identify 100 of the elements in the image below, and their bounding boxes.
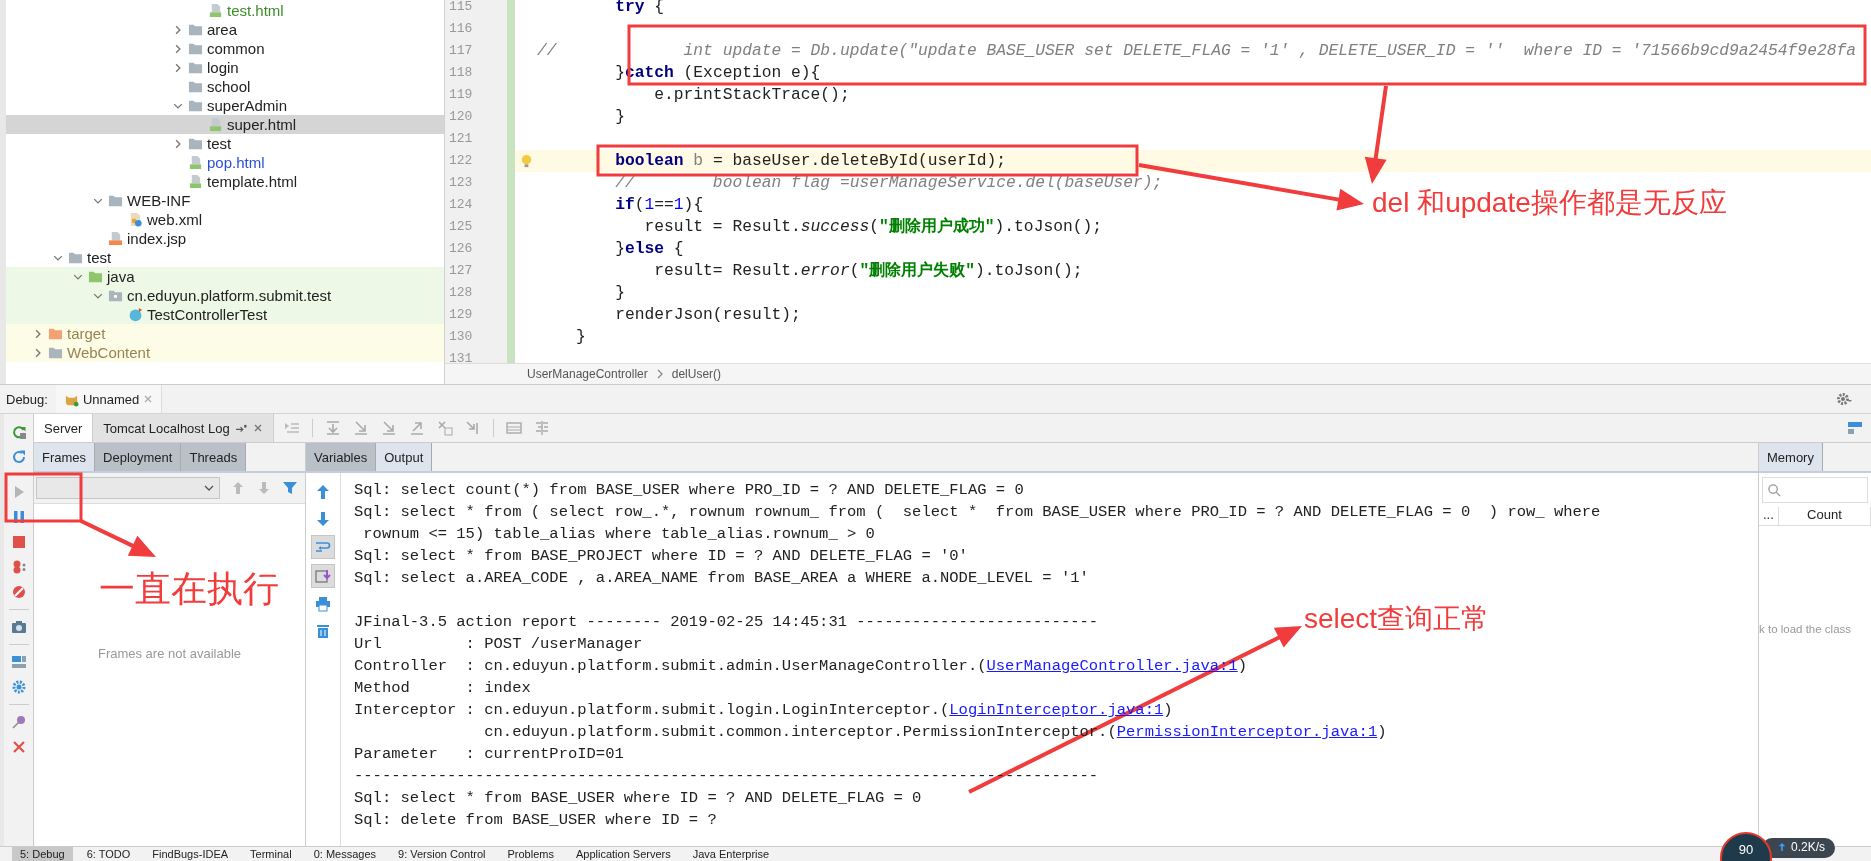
close-icon[interactable]	[10, 739, 27, 755]
tab[interactable]: Output	[376, 443, 433, 471]
tool-window-button[interactable]: 9: Version Control	[390, 847, 494, 861]
line-number: 116	[445, 18, 515, 40]
tab[interactable]: Frames	[34, 443, 96, 471]
source-link[interactable]: PermissionInterceptor.java:1	[1116, 723, 1378, 741]
folder-icon	[188, 22, 203, 37]
console-line: )	[1163, 701, 1173, 719]
tree-item[interactable]: test.html	[6, 1, 444, 20]
line-number: 131	[445, 348, 515, 363]
tree-item[interactable]: java	[6, 267, 444, 286]
file-icon	[188, 174, 203, 189]
camera-icon[interactable]	[10, 619, 27, 635]
tree-item[interactable]: super.html	[6, 115, 444, 134]
settings-icon[interactable]	[10, 679, 27, 695]
tool-window-button[interactable]: Application Servers	[567, 847, 679, 861]
tab[interactable]: Server	[34, 414, 94, 442]
tree-item[interactable]: pop.html	[6, 153, 444, 172]
refresh-icon[interactable]	[10, 449, 27, 465]
tree-item[interactable]: login	[6, 58, 444, 77]
folder-icon	[188, 136, 203, 151]
tool-window-button[interactable]: 5: Debug	[12, 847, 73, 861]
stop-icon[interactable]	[10, 534, 27, 550]
class-icon	[128, 307, 143, 322]
tab[interactable]: Variables	[306, 443, 377, 471]
tree-item[interactable]: common	[6, 39, 444, 58]
line-number: 128	[445, 282, 515, 304]
tool-window-button[interactable]: FindBugs-IDEA	[144, 847, 237, 861]
annotation-text: select查询正常	[1304, 604, 1490, 635]
step-into-icon[interactable]	[352, 420, 369, 436]
thread-dropdown[interactable]	[36, 477, 220, 499]
step-into-icon[interactable]	[380, 420, 397, 436]
tab[interactable]: Deployment	[95, 443, 182, 471]
close-icon[interactable]	[143, 394, 154, 404]
panel-title: Debug:	[6, 391, 48, 407]
code-line: }	[575, 327, 586, 346]
folder-icon	[188, 60, 203, 75]
filter-icon[interactable]	[282, 480, 298, 496]
folder-icon	[188, 98, 203, 113]
console-line: JFinal-3.5 action report -------- 2019-02-25 14:45:31 --------------------------	[354, 613, 1099, 631]
settings-icon[interactable]	[1835, 391, 1853, 407]
tree-item[interactable]: web.xml	[6, 210, 444, 229]
drop-frame-icon[interactable]	[436, 420, 453, 436]
console-line: )	[1377, 723, 1387, 741]
folder-icon	[188, 79, 203, 94]
code-line: }	[614, 107, 625, 126]
tree-item[interactable]: target	[6, 324, 444, 343]
tree-item[interactable]: WEB-INF	[6, 191, 444, 210]
tree-item[interactable]: index.jsp	[6, 229, 444, 248]
console-line: Sql: select * from BASE_PROJECT where ID = ? AND DELETE_FLAG = '0'	[354, 547, 968, 565]
close-icon[interactable]	[252, 423, 263, 433]
tool-window-button[interactable]: Java Enterprise	[684, 847, 778, 861]
tree-item[interactable]: superAdmin	[6, 96, 444, 115]
cursor-icon[interactable]	[464, 420, 481, 436]
code-line: }else {	[614, 239, 684, 258]
line-number: 120	[445, 106, 515, 128]
package-icon	[108, 288, 123, 303]
tree-item[interactable]: cn.eduyun.platform.submit.test	[6, 286, 444, 305]
annotation-text: del 和update操作都是无反应	[1372, 188, 1727, 219]
line-number: 121	[445, 128, 515, 150]
scroll-to-end-icon[interactable]	[311, 564, 335, 588]
table-icon[interactable]	[505, 420, 522, 436]
pin-arrow-icon[interactable]	[234, 423, 248, 433]
column-header[interactable]: ...	[1759, 507, 1779, 525]
tool-window-button[interactable]: 0: Messages	[305, 847, 385, 861]
tool-window-button[interactable]: Problems	[499, 847, 562, 861]
pin-icon[interactable]	[10, 714, 27, 730]
folder-icon	[68, 250, 83, 265]
tool-window-button[interactable]: 6: TODO	[78, 847, 139, 861]
line-number: 118	[445, 62, 515, 84]
search-field[interactable]	[1762, 477, 1868, 503]
layout-icon[interactable]	[1847, 420, 1863, 436]
tool-window-button[interactable]: Terminal	[242, 847, 300, 861]
code-editor[interactable]	[445, 0, 1871, 363]
tab[interactable]: Tomcat Localhost Log	[93, 414, 274, 442]
console-line: )	[1237, 657, 1247, 675]
step-over-icon[interactable]	[324, 420, 341, 436]
column-header[interactable]: Count	[1778, 507, 1871, 525]
tree-item[interactable]: test	[6, 248, 444, 267]
tree-item[interactable]: test	[6, 134, 444, 153]
line-number: 119	[445, 84, 515, 106]
mute-breakpoints-icon[interactable]	[10, 584, 27, 600]
tree-item[interactable]: template.html	[6, 172, 444, 191]
line-number: 125	[445, 216, 515, 238]
session-tab[interactable]: Unnamed	[55, 385, 163, 413]
tab[interactable]: Memory	[1759, 443, 1823, 471]
tab[interactable]: Threads	[181, 443, 247, 471]
tree-item[interactable]: WebContent	[6, 343, 444, 362]
step-out-icon[interactable]	[408, 420, 425, 436]
line-number: 122	[445, 150, 515, 172]
tree-item[interactable]: school	[6, 77, 444, 96]
breadcrumb-item[interactable]: delUser()	[671, 367, 722, 381]
breadcrumb-item[interactable]: UserManageController	[527, 367, 648, 381]
rerun-icon[interactable]	[10, 424, 27, 440]
soft-wrap-icon[interactable]	[311, 535, 335, 559]
code-line: }	[614, 283, 625, 302]
tree-item[interactable]: TestControllerTest	[6, 305, 444, 324]
console-line: --------------------------------------------------------------------------------	[354, 767, 1099, 785]
tree-item[interactable]: area	[6, 20, 444, 39]
layout-icon[interactable]	[10, 654, 27, 670]
